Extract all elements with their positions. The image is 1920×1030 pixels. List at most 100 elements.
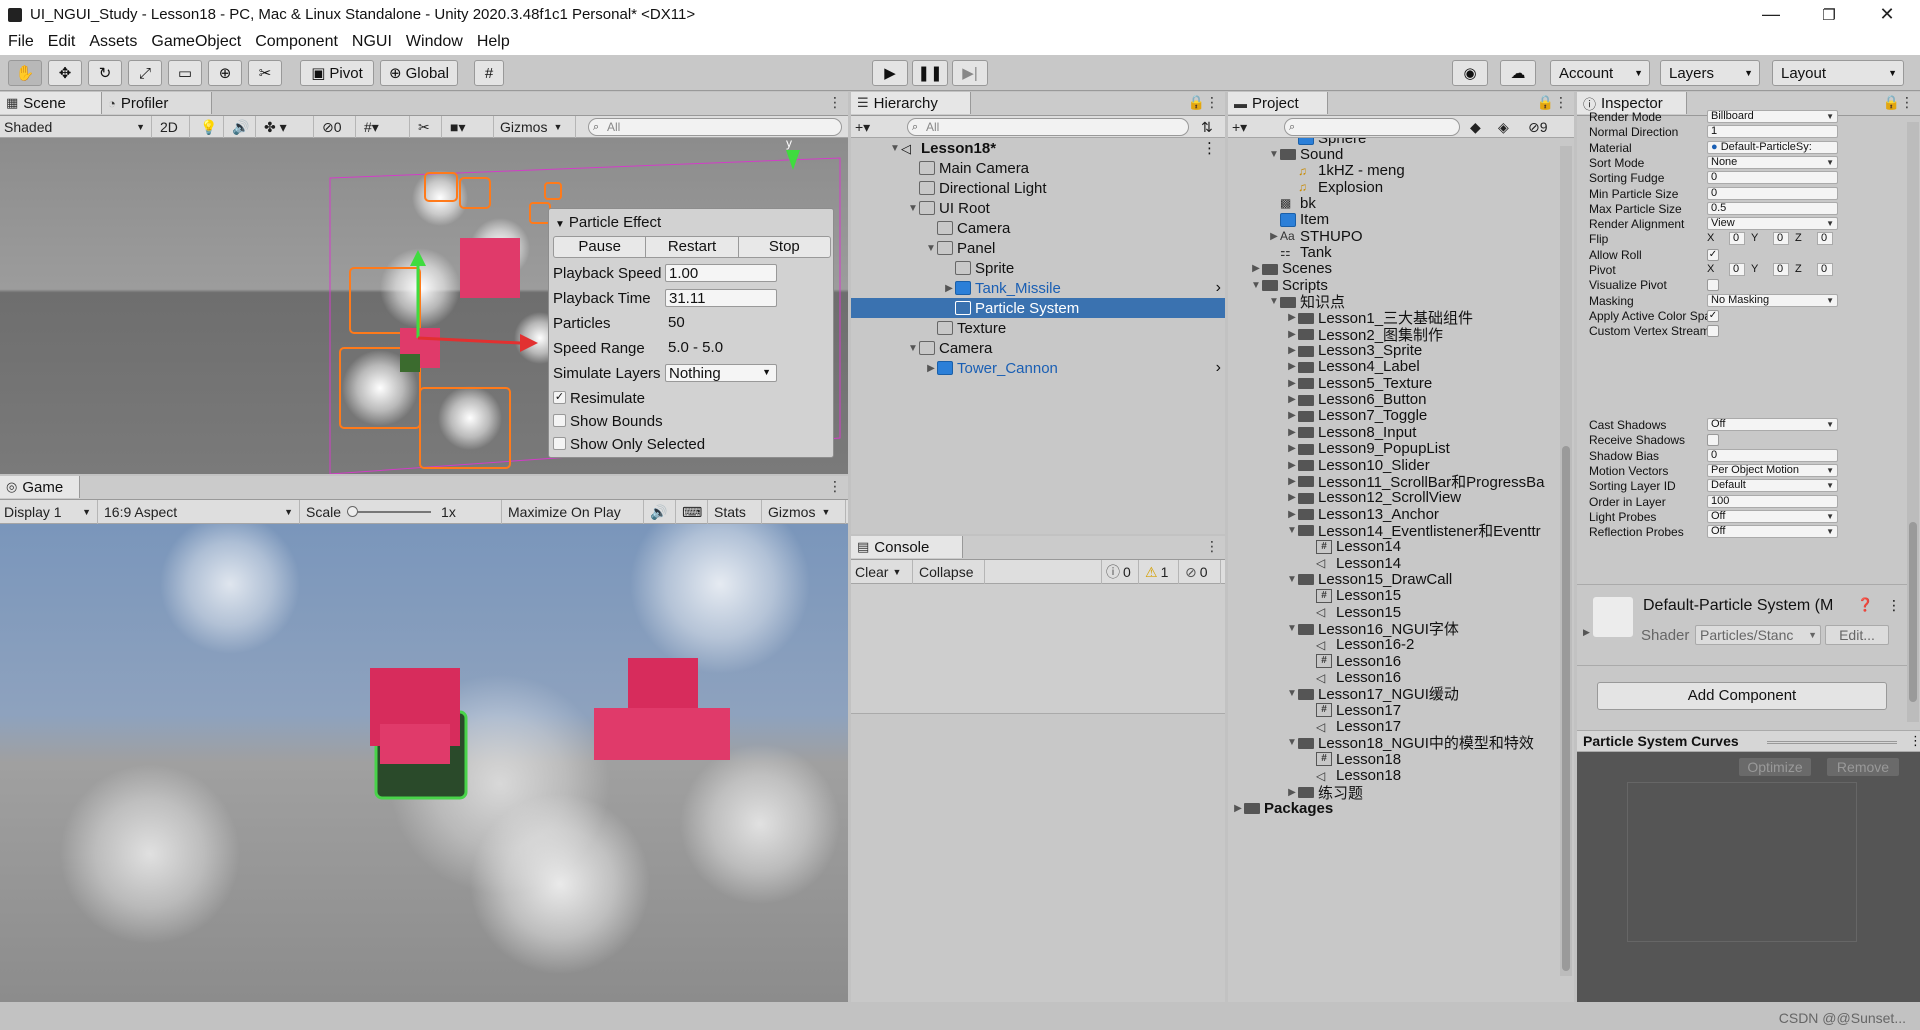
property-dropdown[interactable]: None (1707, 155, 1838, 169)
hierarchy-search-input[interactable]: ⌕ All (907, 118, 1189, 136)
effects-icon[interactable]: ✤ ▾ (260, 116, 314, 138)
expand-arrow-icon[interactable]: ▼ (1286, 737, 1298, 748)
collapse-toggle[interactable]: Collapse (915, 560, 985, 584)
checkbox-checked[interactable]: ✓ (1707, 248, 1719, 261)
checkbox-checked[interactable]: ✓ (553, 391, 566, 404)
warning-filter[interactable]: ⚠ 1 (1141, 560, 1179, 584)
playback-time-field[interactable]: 31.11 (665, 289, 777, 307)
step-button[interactable]: ▶| (952, 60, 988, 86)
expand-arrow-icon[interactable]: ▶ (1583, 627, 1590, 638)
scene-menu-icon[interactable]: ⋮ (828, 94, 842, 111)
expand-arrow-icon[interactable]: ▶ (1286, 787, 1298, 798)
console-menu-icon[interactable]: ⋮ (1205, 538, 1219, 555)
project-asset[interactable]: ⚏ Tank (1228, 244, 1332, 261)
curves-area[interactable]: Optimize Remove (1577, 752, 1920, 1002)
scene-menu-icon[interactable]: ⋮ (1202, 139, 1217, 157)
expand-arrow-icon[interactable]: ▶ (1286, 509, 1298, 520)
lock-icon[interactable]: 🔒 (1537, 94, 1554, 111)
expand-arrow-icon[interactable]: ▶ (1286, 378, 1298, 389)
custom-tool-icon[interactable]: ✂ (248, 60, 282, 86)
project-asset[interactable]: ▩ bk (1228, 195, 1316, 212)
menu-ngui[interactable]: NGUI (352, 33, 392, 51)
project-folder[interactable]: ▶ Lesson2_图集制作 (1228, 326, 1443, 344)
project-folder[interactable]: ▼ Lesson17_NGUI缓动 (1228, 686, 1459, 703)
project-folder[interactable]: ▼ Lesson14_Eventlistener和Eventtr (1228, 522, 1541, 540)
project-folder[interactable]: ▼ Lesson16_NGUI字体 (1228, 621, 1459, 638)
axis-y-field[interactable]: 0 (1773, 232, 1789, 246)
project-menu-icon[interactable]: ⋮ (1554, 94, 1568, 111)
property-dropdown[interactable]: Off (1707, 525, 1838, 539)
minimize-button[interactable]: — (1748, 0, 1794, 29)
scale-slider[interactable]: Scale 1x (302, 500, 502, 524)
hierarchy-item[interactable]: Particle System (851, 298, 1225, 318)
menu-assets[interactable]: Assets (89, 33, 137, 51)
global-toggle[interactable]: ⊕ Global (380, 60, 458, 86)
chevron-right-icon[interactable]: › (1216, 359, 1221, 377)
checkbox[interactable] (1707, 325, 1719, 338)
expand-arrow-icon[interactable]: ▶ (1286, 345, 1298, 356)
console-log-area[interactable] (851, 584, 1225, 714)
create-asset-dropdown[interactable]: +▾ (1228, 116, 1268, 138)
project-folder[interactable]: ▶ Lesson11_ScrollBar和ProgressBa (1228, 473, 1544, 491)
project-asset[interactable]: ◁ Lesson14 (1228, 555, 1401, 572)
property-dropdown[interactable]: Default (1707, 479, 1838, 493)
expand-arrow-icon[interactable]: ▶ (1250, 263, 1262, 274)
expand-arrow-icon[interactable]: ▼ (1286, 623, 1298, 634)
inspector-menu-icon[interactable]: ⋮ (1900, 94, 1914, 111)
stop-effect-button[interactable]: Stop (739, 237, 830, 257)
expand-arrow-icon[interactable]: ▼ (1250, 280, 1262, 291)
expand-arrow-icon[interactable]: ▶ (1268, 231, 1280, 242)
project-search-input[interactable]: ⌕ (1284, 118, 1460, 136)
pivot-toggle[interactable]: ▣ Pivot (300, 60, 374, 86)
tab-scene[interactable]: ▦ Scene (0, 92, 102, 114)
expand-arrow-icon[interactable]: ▼ (1268, 149, 1280, 160)
project-scrollbar[interactable] (1560, 146, 1572, 976)
hierarchy-item[interactable]: Sprite (851, 258, 1225, 278)
expand-arrow-icon[interactable]: ▶ (1286, 361, 1298, 372)
collab-icon[interactable]: ◉ (1452, 60, 1488, 86)
menu-file[interactable]: File (8, 33, 34, 51)
menu-gameobject[interactable]: GameObject (151, 33, 241, 51)
menu-edit[interactable]: Edit (48, 33, 76, 51)
project-folder[interactable]: ▶ Lesson12_ScrollView (1228, 489, 1461, 506)
shading-mode-dropdown[interactable]: Shaded ▼ (0, 116, 152, 138)
expand-arrow-icon[interactable]: ▼ (1286, 688, 1298, 699)
property-dropdown[interactable]: Billboard (1707, 110, 1838, 123)
expand-arrow-icon[interactable]: ▼ (907, 203, 919, 214)
hidden-objects-toggle[interactable]: ⊘ 0 (318, 116, 356, 138)
particle-effect-header[interactable]: ▼ Particle Effect (555, 214, 661, 231)
help-icon[interactable]: ❓ (1857, 597, 1873, 613)
project-folder[interactable]: ▶ 练习题 (1228, 784, 1363, 802)
expand-arrow-icon[interactable]: ▼ (889, 143, 901, 154)
hierarchy-item[interactable]: ▶ Tower_Cannon › (851, 358, 1225, 378)
create-dropdown[interactable]: +▾ (851, 116, 891, 138)
checkbox[interactable] (1707, 279, 1719, 292)
menu-help[interactable]: Help (477, 33, 510, 51)
project-folder[interactable]: ▶ Lesson3_Sprite (1228, 342, 1422, 359)
tab-profiler[interactable]: ◔ Profiler (102, 92, 212, 114)
expand-arrow-icon[interactable]: ▼ (1286, 574, 1298, 585)
close-button[interactable]: ✕ (1864, 0, 1910, 29)
project-asset[interactable]: # Lesson15 (1228, 587, 1401, 604)
property-dropdown[interactable]: View (1707, 217, 1838, 231)
scene-search-input[interactable]: ⌕ All (588, 118, 842, 136)
expand-arrow-icon[interactable]: ▶ (1286, 476, 1298, 487)
search-by-type-icon[interactable]: ◆ (1466, 116, 1494, 138)
project-asset[interactable]: ♫ 1kHZ - meng (1228, 162, 1405, 179)
expand-arrow-icon[interactable]: ▼ (1286, 525, 1298, 536)
project-asset[interactable]: Item (1228, 211, 1329, 228)
camera-icon[interactable]: ■▾ (446, 116, 494, 138)
property-field[interactable]: 0 (1707, 171, 1838, 185)
pause-button[interactable]: ❚❚ (912, 60, 948, 86)
hierarchy-item[interactable]: ▼ Camera (851, 338, 1225, 358)
maximize-on-play-toggle[interactable]: Maximize On Play (504, 500, 644, 524)
project-folder[interactable]: ▶ Scenes (1228, 260, 1332, 277)
expand-arrow-icon[interactable]: ▶ (1232, 803, 1244, 814)
lock-icon[interactable]: 🔒 (1883, 94, 1900, 111)
tab-game[interactable]: ◎ Game (0, 476, 80, 498)
stats-toggle[interactable]: Stats (710, 500, 762, 524)
project-folder[interactable]: ▶ Lesson6_Button (1228, 391, 1426, 408)
expand-arrow-icon[interactable]: ▶ (1286, 329, 1298, 340)
project-folder[interactable]: ▼ Lesson15_DrawCall (1228, 571, 1452, 588)
project-asset[interactable]: ◁ Lesson18 (1228, 767, 1401, 784)
